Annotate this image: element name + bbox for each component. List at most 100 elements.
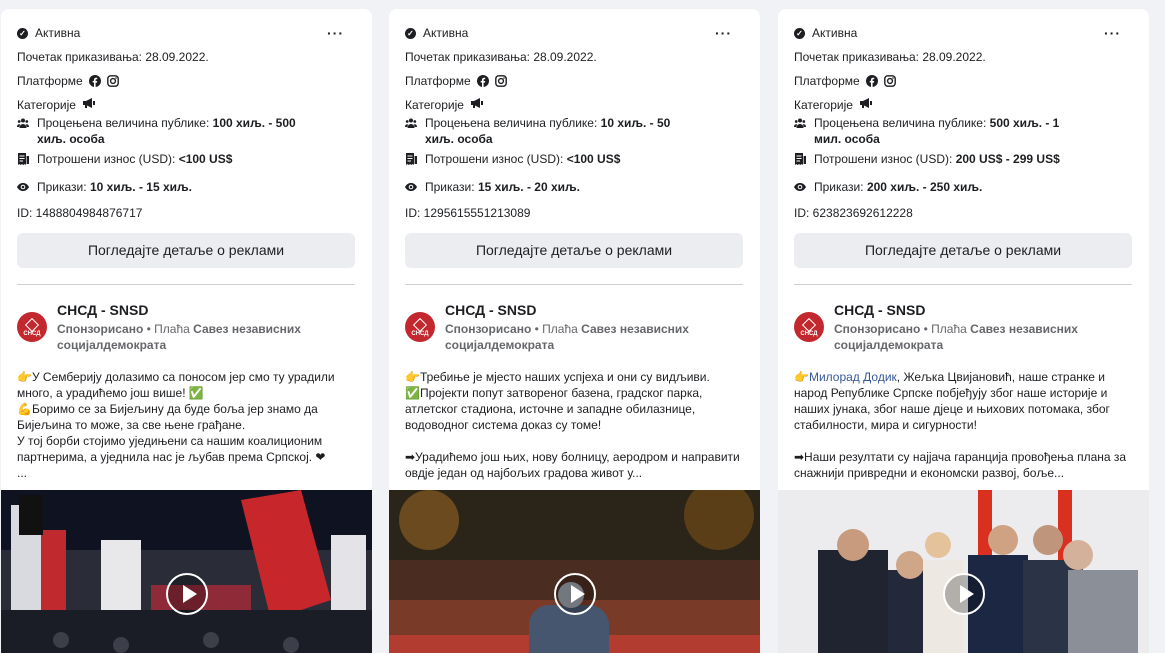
status-label: Активна [423, 26, 469, 40]
play-icon[interactable] [165, 573, 208, 615]
eye-icon [405, 181, 417, 193]
ad-text-line: ... [17, 466, 28, 480]
spent-value: <100 US$ [566, 152, 621, 166]
instagram-icon [883, 75, 896, 87]
ad-text-line: 💪Боримо се за Бијељину да буде боља јер … [17, 402, 318, 432]
page-header: СНСД СНСД - SNSD Спонзорисано • Плаћа Саве… [794, 301, 1133, 353]
ad-video[interactable] [778, 490, 1149, 653]
avatar[interactable]: СНСД [794, 312, 824, 342]
impressions-label: Прикази: [37, 180, 90, 194]
ad-details-button[interactable]: Погледајте детаље о реклами [405, 233, 743, 268]
ad-text-link[interactable]: Милорад Додик [809, 370, 897, 384]
platforms-row: Платформе [405, 73, 744, 89]
start-date: Почетак приказивања: 28.09.2022. [405, 50, 597, 64]
start-date: Почетак приказивања: 28.09.2022. [17, 50, 209, 64]
spent-value: <100 US$ [178, 152, 233, 166]
megaphone-icon [82, 97, 96, 113]
more-dots-icon[interactable]: ··· [715, 26, 732, 40]
play-icon[interactable] [553, 573, 596, 615]
audience-label: Процењена величина публике: [814, 116, 990, 130]
receipt-icon [405, 153, 417, 165]
spent-row: Потрошени износ (USD): <100 US$ [17, 151, 356, 167]
play-icon[interactable] [942, 573, 985, 615]
platforms-row: Платформе [794, 73, 1133, 89]
status-row: ✓ Активна ··· [17, 25, 356, 41]
page-header: СНСД СНСД - SNSD Спонзорисано • Плаћа Саве… [405, 301, 744, 353]
people-icon [17, 117, 29, 129]
status-label: Активна [812, 26, 858, 40]
impressions-label: Прикази: [425, 180, 478, 194]
page-header: СНСД СНСД - SNSD Спонзорисано • Плаћа Саве… [17, 301, 356, 353]
audience-row: Процењена величина публике: 100 хиљ. - 5… [17, 115, 356, 147]
spent-label: Потрошени износ (USD): [814, 152, 956, 166]
spent-label: Потрошени износ (USD): [425, 152, 567, 166]
spent-row: Потрошени износ (USD): 200 US$ - 299 US$ [794, 151, 1133, 167]
sponsored-label: Спонзорисано [445, 322, 532, 336]
spent-row: Потрошени износ (USD): <100 US$ [405, 151, 744, 167]
ad-id: ID: 1488804984876717 [17, 206, 143, 220]
ad-text-emoji: 👉 [794, 370, 809, 384]
status-label: Активна [35, 26, 81, 40]
paid-by-label: Плаћа [931, 322, 967, 336]
ad-video[interactable] [1, 490, 372, 653]
ad-text: 👉У Семберију долазимо са поносом јер смо… [17, 369, 357, 481]
avatar[interactable]: СНСД [17, 312, 47, 342]
ad-video[interactable] [389, 490, 760, 653]
impressions-row: Прикази: 15 хиљ. - 20 хиљ. [405, 179, 744, 195]
categories-row: Категорије [794, 97, 1133, 113]
ad-card: ✓ Активна ··· Почетак приказивања: 28.09.20… [1, 9, 372, 653]
categories-label: Категорије [794, 98, 853, 112]
impressions-row: Прикази: 10 хиљ. - 15 хиљ. [17, 179, 356, 195]
divider [17, 284, 355, 285]
megaphone-icon [470, 97, 484, 113]
people-icon [405, 117, 417, 129]
impressions-value: 200 хиљ. - 250 хиљ. [866, 180, 983, 194]
instagram-icon [106, 75, 119, 87]
sponsored-label: Спонзорисано [834, 322, 921, 336]
platforms-label: Платформе [794, 74, 860, 88]
ad-id: ID: 1295615551213089 [405, 206, 531, 220]
instagram-icon [494, 75, 507, 87]
receipt-icon [17, 153, 29, 165]
audience-label: Процењена величина публике: [37, 116, 213, 130]
ad-text: 👉Милорад Додик, Жељка Цвијановић, наше с… [794, 369, 1134, 481]
ad-id: ID: 623823692612228 [794, 206, 913, 220]
audience-label: Процењена величина публике: [425, 116, 601, 130]
avatar[interactable]: СНСД [405, 312, 435, 342]
divider [794, 284, 1132, 285]
check-circle-icon: ✓ [794, 27, 805, 39]
ad-details-button[interactable]: Погледајте детаље о реклами [794, 233, 1132, 268]
categories-label: Категорије [405, 98, 464, 112]
sponsor-info: Спонзорисано • Плаћа Савез независних со… [445, 322, 689, 352]
page-name[interactable]: СНСД - SNSD [57, 301, 307, 319]
platforms-row: Платформе [17, 73, 356, 89]
sponsor-info: Спонзорисано • Плаћа Савез независних со… [834, 322, 1078, 352]
divider [405, 284, 743, 285]
facebook-icon [865, 75, 878, 87]
receipt-icon [794, 153, 806, 165]
people-icon [794, 117, 806, 129]
eye-icon [794, 181, 806, 193]
ad-text-line: ➡Урадићемо још њих, нову болницу, аеродр… [405, 450, 740, 480]
sponsored-label: Спонзорисано [57, 322, 144, 336]
megaphone-icon [859, 97, 873, 113]
platforms-label: Платформе [405, 74, 471, 88]
more-dots-icon[interactable]: ··· [1104, 26, 1121, 40]
page-name[interactable]: СНСД - SNSD [834, 301, 1084, 319]
categories-row: Категорије [17, 97, 356, 113]
sponsor-info: Спонзорисано • Плаћа Савез независних со… [57, 322, 301, 352]
page-name[interactable]: СНСД - SNSD [445, 301, 695, 319]
facebook-icon [476, 75, 489, 87]
more-dots-icon[interactable]: ··· [327, 26, 344, 40]
eye-icon [17, 181, 29, 193]
categories-row: Категорије [405, 97, 744, 113]
ad-card: ✓ Активна ··· Почетак приказивања: 28.09.20… [389, 9, 760, 653]
audience-row: Процењена величина публике: 500 хиљ. - 1… [794, 115, 1133, 147]
ad-card: ✓ Активна ··· Почетак приказивања: 28.09.20… [778, 9, 1149, 653]
categories-label: Категорије [17, 98, 76, 112]
status-row: ✓ Активна ··· [794, 25, 1133, 41]
spent-value: 200 US$ - 299 US$ [955, 152, 1060, 166]
ad-details-button[interactable]: Погледајте детаље о реклами [17, 233, 355, 268]
ad-text-line: 👉У Семберију долазимо са поносом јер смо… [17, 370, 335, 400]
impressions-row: Прикази: 200 хиљ. - 250 хиљ. [794, 179, 1133, 195]
